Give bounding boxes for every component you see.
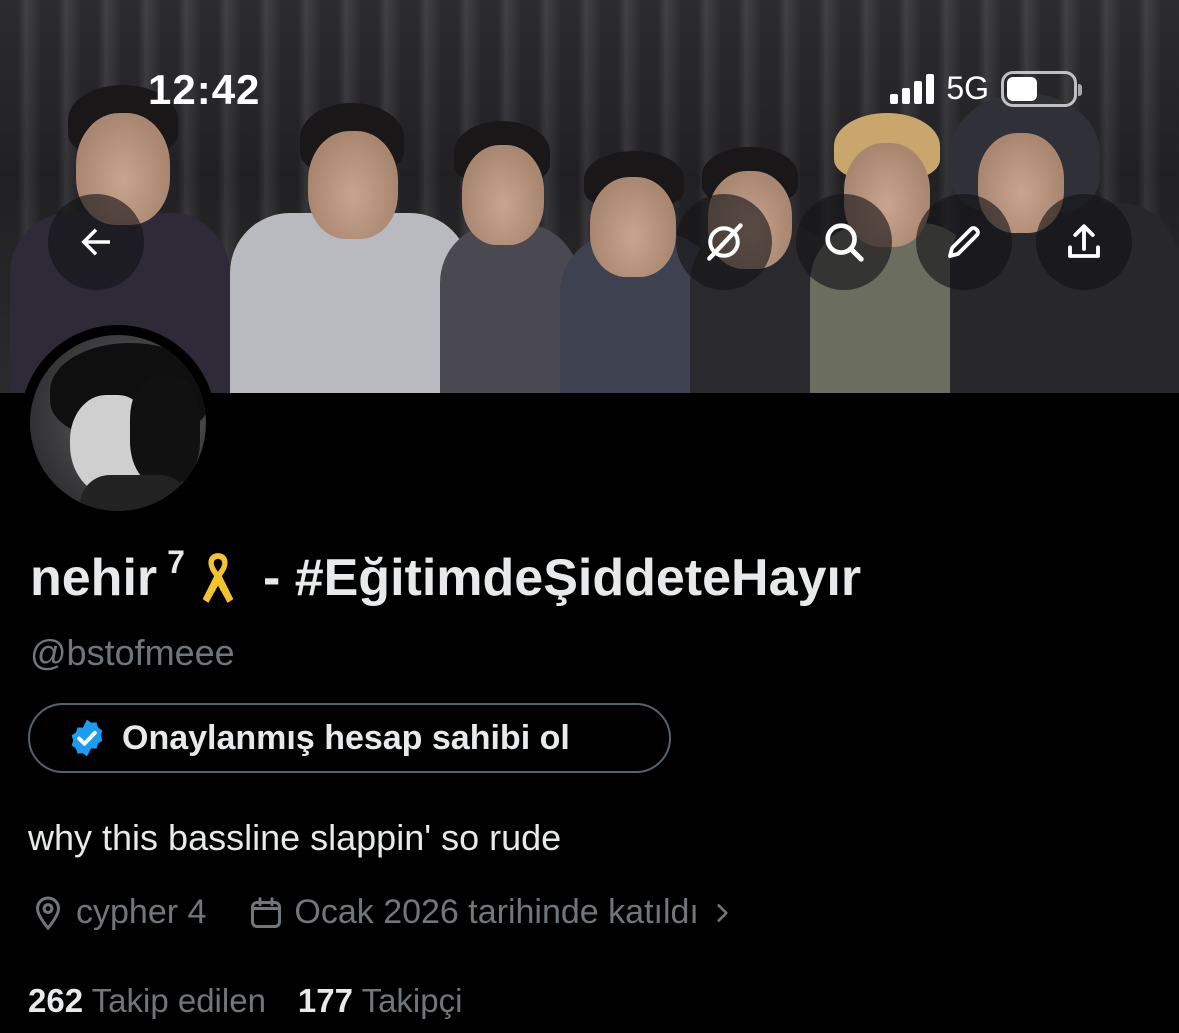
search-button[interactable]	[796, 194, 892, 290]
edit-button[interactable]	[916, 194, 1012, 290]
location-text: cypher 4	[76, 893, 207, 931]
grok-icon	[707, 223, 743, 261]
following-link[interactable]: 262 Takip edilen	[28, 982, 266, 1020]
share-icon	[1068, 224, 1100, 258]
calendar-icon	[251, 896, 282, 928]
signal-icon	[890, 73, 935, 104]
display-name-text: nehir	[30, 549, 158, 607]
follow-stats: 262 Takip edilen 177 Takipçi	[28, 982, 462, 1020]
verified-badge-icon	[71, 719, 103, 757]
following-count: 262	[28, 982, 84, 1019]
grok-button[interactable]	[676, 194, 772, 290]
joined-item[interactable]: Ocak 2026 tarihinde katıldı	[248, 893, 734, 932]
profile-bio: why this bassline slappin' so rude	[28, 817, 562, 858]
profile-meta: cypher 4 Ocak 2026 tarihinde katıldı	[30, 893, 735, 932]
followers-label: Takipçi	[361, 982, 463, 1019]
display-name-suffix: - #EğitimdeŞiddeteHayır	[262, 549, 862, 607]
following-label: Takip edilen	[91, 982, 266, 1019]
username-handle: @bstofmeee	[30, 632, 235, 673]
profile-banner[interactable]: 12:42 5G	[0, 0, 1179, 393]
avatar-image	[30, 335, 206, 511]
back-button[interactable]	[48, 194, 144, 290]
location-pin-icon	[35, 895, 61, 930]
name-superscript: 7	[167, 543, 185, 580]
get-verified-button[interactable]: Onaylanmış hesap sahibi ol	[28, 703, 671, 773]
followers-link[interactable]: 177 Takipçi	[298, 982, 463, 1020]
banner-figure	[440, 73, 580, 393]
avatar[interactable]	[20, 325, 216, 521]
arrow-left-icon	[81, 228, 110, 256]
location-item: cypher 4	[30, 893, 206, 932]
display-name: nehir 7 - #EğitimdeŞiddeteHayır	[30, 544, 862, 608]
share-button[interactable]	[1036, 194, 1132, 290]
status-indicators: 5G	[890, 70, 1082, 107]
get-verified-label: Onaylanmış hesap sahibi ol	[122, 718, 570, 757]
yellow-ribbon-icon	[202, 553, 234, 603]
followers-count: 177	[297, 982, 353, 1019]
chevron-right-icon	[717, 903, 728, 922]
status-time: 12:42	[148, 66, 261, 113]
joined-date-text: Ocak 2026 tarihinde katıldı	[294, 893, 699, 931]
banner-figure	[230, 63, 470, 393]
search-icon	[825, 223, 864, 262]
network-type: 5G	[946, 70, 989, 106]
pencil-icon	[948, 226, 980, 258]
battery-icon	[1001, 70, 1082, 107]
